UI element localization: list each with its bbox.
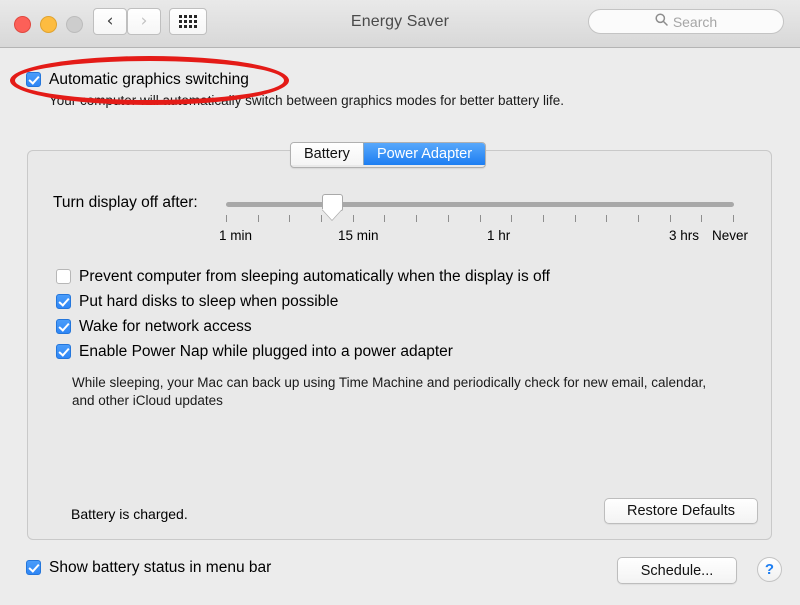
show-battery-status-checkbox[interactable] xyxy=(26,560,41,575)
power-source-tabs[interactable]: Battery Power Adapter xyxy=(290,142,487,168)
search-placeholder: Search xyxy=(672,13,718,30)
battery-status-text: Battery is charged. xyxy=(71,506,188,522)
display-sleep-slider-ticks xyxy=(226,215,734,222)
energy-option-label: Put hard disks to sleep when possible xyxy=(79,293,339,310)
power-nap-description: While sleeping, your Mac can back up usi… xyxy=(72,375,707,408)
help-button[interactable]: ? xyxy=(757,557,782,582)
energy-option-row[interactable]: Prevent computer from sleeping automatic… xyxy=(56,269,550,285)
search-icon xyxy=(655,12,668,31)
slider-tick xyxy=(321,215,323,222)
energy-option-checkbox[interactable] xyxy=(56,319,71,334)
energy-option-row[interactable]: Wake for network access xyxy=(56,319,550,335)
slider-tick xyxy=(511,215,513,222)
tab-power-adapter[interactable]: Power Adapter xyxy=(362,143,486,165)
display-sleep-slider-label: Turn display off after: xyxy=(53,194,198,211)
display-sleep-slider-track[interactable] xyxy=(226,202,734,207)
slider-scale-label: 15 min xyxy=(338,228,379,243)
slider-tick xyxy=(226,215,227,222)
energy-option-label: Wake for network access xyxy=(79,318,252,335)
energy-options-list: Prevent computer from sleeping automatic… xyxy=(56,269,550,369)
slider-tick xyxy=(416,215,418,222)
display-sleep-slider-scale: 1 min 15 min 1 hr 3 hrs Never xyxy=(0,228,800,244)
energy-option-label: Enable Power Nap while plugged into a po… xyxy=(79,343,453,360)
slider-tick xyxy=(542,215,544,222)
slider-tick xyxy=(352,215,354,222)
schedule-button[interactable]: Schedule... xyxy=(617,557,737,584)
energy-option-checkbox[interactable] xyxy=(56,269,71,284)
automatic-graphics-switching-checkbox[interactable] xyxy=(26,72,41,87)
slider-tick xyxy=(637,215,639,222)
show-battery-status-label: Show battery status in menu bar xyxy=(49,559,272,576)
energy-option-label: Prevent computer from sleeping automatic… xyxy=(79,268,550,285)
slider-tick xyxy=(479,215,481,222)
slider-scale-label: 3 hrs xyxy=(669,228,700,243)
automatic-graphics-switching-row[interactable]: Automatic graphics switching xyxy=(26,72,249,88)
slider-tick xyxy=(733,215,734,222)
slider-tick xyxy=(701,215,703,222)
slider-scale-label: Never xyxy=(712,228,749,243)
slider-tick xyxy=(257,215,259,222)
tab-battery[interactable]: Battery xyxy=(291,143,363,165)
slider-tick xyxy=(606,215,608,222)
slider-tick xyxy=(574,215,576,222)
energy-saver-window: ‹ › Energy Saver Search Automatic graphi… xyxy=(0,0,800,605)
slider-tick xyxy=(289,215,291,222)
window-titlebar: ‹ › Energy Saver Search xyxy=(0,0,800,48)
display-sleep-slider-thumb[interactable] xyxy=(322,194,343,211)
search-input[interactable]: Search xyxy=(588,9,784,34)
slider-tick xyxy=(384,215,386,222)
energy-option-row[interactable]: Enable Power Nap while plugged into a po… xyxy=(56,344,550,360)
show-battery-status-row[interactable]: Show battery status in menu bar xyxy=(26,560,271,576)
automatic-graphics-switching-label: Automatic graphics switching xyxy=(49,71,249,88)
energy-option-checkbox[interactable] xyxy=(56,294,71,309)
energy-option-checkbox[interactable] xyxy=(56,344,71,359)
slider-tick xyxy=(447,215,449,222)
automatic-graphics-switching-description: Your computer will automatically switch … xyxy=(49,93,564,108)
restore-defaults-button[interactable]: Restore Defaults xyxy=(604,498,758,524)
slider-scale-label: 1 min xyxy=(219,228,253,243)
slider-tick xyxy=(669,215,671,222)
energy-option-row[interactable]: Put hard disks to sleep when possible xyxy=(56,294,550,310)
slider-scale-label: 1 hr xyxy=(487,228,511,243)
